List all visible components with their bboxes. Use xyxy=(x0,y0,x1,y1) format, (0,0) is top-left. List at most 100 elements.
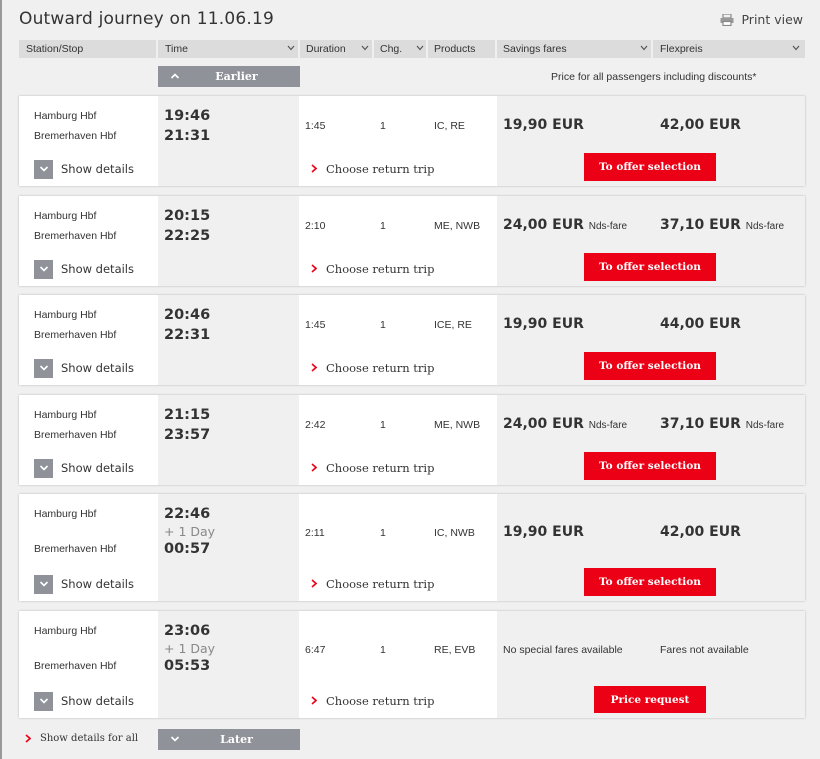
duration-value: 6:47 xyxy=(305,644,326,656)
chevron-down-icon xyxy=(34,574,53,594)
destination-station: Bremerhaven Hbf xyxy=(34,329,117,341)
choose-return-trip-link[interactable]: Choose return trip xyxy=(311,262,434,276)
offer-selection-button[interactable]: To offer selection xyxy=(584,153,716,181)
show-details-button[interactable]: Show details xyxy=(34,458,144,478)
flex-fare: 42,00 EUR xyxy=(660,524,741,540)
choose-return-trip-link[interactable]: Choose return trip xyxy=(311,577,434,591)
departure-time: 21:15 xyxy=(164,407,211,423)
later-label: Later xyxy=(220,733,253,746)
savings-fare-price: 24,00 EUR xyxy=(503,217,584,233)
col-flex-sort[interactable]: Flexpreis xyxy=(660,43,703,55)
col-time-sort[interactable]: Time xyxy=(165,43,188,55)
col-divider xyxy=(156,40,158,58)
flex-fare-price: 42,00 EUR xyxy=(660,117,741,133)
price-request-button[interactable]: Price request xyxy=(594,686,706,713)
offer-selection-button[interactable]: To offer selection xyxy=(584,253,716,281)
destination-station: Bremerhaven Hbf xyxy=(34,429,117,441)
departure-time: 20:46 xyxy=(164,307,211,323)
duration-value: 1:45 xyxy=(305,319,326,331)
offer-selection-button[interactable]: To offer selection xyxy=(584,568,716,596)
choose-return-trip-label: Choose return trip xyxy=(326,461,435,475)
departure-time: 20:15 xyxy=(164,208,211,224)
plus-day-label: + 1 Day xyxy=(164,524,216,539)
flex-fare: 37,10 EUR Nds-fare xyxy=(660,217,784,233)
print-view-label: Print view xyxy=(741,12,803,27)
col-duration-sort[interactable]: Duration xyxy=(306,43,346,55)
savings-fare: 24,00 EUR Nds-fare xyxy=(503,416,627,432)
chevron-right-icon xyxy=(311,162,326,176)
show-details-button[interactable]: Show details xyxy=(34,159,144,179)
show-details-label: Show details xyxy=(61,461,134,475)
show-details-button[interactable]: Show details xyxy=(34,574,144,594)
products-value: RE, EVB xyxy=(434,644,476,656)
col-divider xyxy=(426,40,428,58)
page-left-border xyxy=(0,0,2,759)
chevron-right-icon xyxy=(311,262,326,276)
flex-fare-price: 37,10 EUR xyxy=(660,217,741,233)
connection-card: Hamburg Hbf Bremerhaven Hbf 21:15 23:57 2:42… xyxy=(19,395,805,485)
choose-return-trip-link[interactable]: Choose return trip xyxy=(311,162,434,176)
choose-return-trip-link[interactable]: Choose return trip xyxy=(311,361,434,375)
arrival-time: 22:31 xyxy=(164,327,211,343)
savings-fare-unavailable: No special fares available xyxy=(503,644,623,656)
changes-value: 1 xyxy=(380,527,386,539)
connection-card: Hamburg Hbf Bremerhaven Hbf 20:15 22:25 2:10… xyxy=(19,196,805,286)
chevron-down-icon[interactable] xyxy=(287,45,295,51)
show-details-label: Show details xyxy=(61,577,134,591)
arrival-time: 22:25 xyxy=(164,228,211,244)
chevron-down-icon[interactable] xyxy=(361,45,369,51)
products-value: ME, NWB xyxy=(434,220,481,232)
connection-card: Hamburg Hbf Bremerhaven Hbf 23:06 + 1 Day 05… xyxy=(19,611,805,718)
col-savings-sort[interactable]: Savings fares xyxy=(503,43,567,55)
offer-selection-button[interactable]: To offer selection xyxy=(584,452,716,480)
origin-station: Hamburg Hbf xyxy=(34,508,97,520)
show-details-for-all-link[interactable]: Show details for all xyxy=(25,733,138,744)
flex-fare: 37,10 EUR Nds-fare xyxy=(660,416,784,432)
changes-value: 1 xyxy=(380,419,386,431)
products-value: ME, NWB xyxy=(434,419,481,431)
chevron-down-icon xyxy=(34,358,53,378)
origin-station: Hamburg Hbf xyxy=(34,210,97,222)
show-details-label: Show details xyxy=(61,262,134,276)
earlier-button[interactable]: Earlier xyxy=(158,66,300,87)
col-divider xyxy=(298,40,300,58)
flex-fare-note: Nds-fare xyxy=(745,420,785,431)
departure-time: 19:46 xyxy=(164,108,211,124)
choose-return-trip-label: Choose return trip xyxy=(326,577,435,591)
chevron-down-icon[interactable] xyxy=(640,45,648,51)
savings-fare-note: Nds-fare xyxy=(588,420,628,431)
origin-station: Hamburg Hbf xyxy=(34,309,97,321)
choose-return-trip-link[interactable]: Choose return trip xyxy=(311,461,434,475)
later-button[interactable]: Later xyxy=(158,729,300,750)
chevron-down-icon[interactable] xyxy=(792,45,800,51)
chevron-down-icon xyxy=(34,159,53,179)
offer-selection-button[interactable]: To offer selection xyxy=(584,352,716,380)
chevron-down-icon[interactable] xyxy=(416,45,424,51)
changes-value: 1 xyxy=(380,220,386,232)
print-view-link[interactable]: Print view xyxy=(720,12,803,27)
chevron-right-icon xyxy=(311,577,326,591)
flex-fare-price: 44,00 EUR xyxy=(660,316,741,332)
flex-fare: 44,00 EUR xyxy=(660,316,741,332)
col-station: Station/Stop xyxy=(26,43,84,55)
show-details-button[interactable]: Show details xyxy=(34,358,144,378)
show-details-for-all-label: Show details for all xyxy=(40,733,139,744)
chevron-down-icon xyxy=(34,259,53,279)
show-details-button[interactable]: Show details xyxy=(34,259,144,279)
col-changes-sort[interactable]: Chg. xyxy=(380,43,402,55)
departure-time: 22:46 xyxy=(164,506,211,522)
changes-value: 1 xyxy=(380,644,386,656)
choose-return-trip-label: Choose return trip xyxy=(326,361,435,375)
changes-value: 1 xyxy=(380,319,386,331)
earlier-label: Earlier xyxy=(215,70,258,83)
price-note: Price for all passengers including disco… xyxy=(551,71,757,83)
chevron-right-icon xyxy=(311,461,326,475)
show-details-button[interactable]: Show details xyxy=(34,691,144,711)
choose-return-trip-link[interactable]: Choose return trip xyxy=(311,694,434,708)
destination-station: Bremerhaven Hbf xyxy=(34,130,117,142)
chevron-down-icon xyxy=(34,691,53,711)
savings-fare-price: 24,00 EUR xyxy=(503,416,584,432)
products-value: IC, NWB xyxy=(434,527,475,539)
savings-fare: 24,00 EUR Nds-fare xyxy=(503,217,627,233)
arrival-time: 05:53 xyxy=(164,658,211,674)
